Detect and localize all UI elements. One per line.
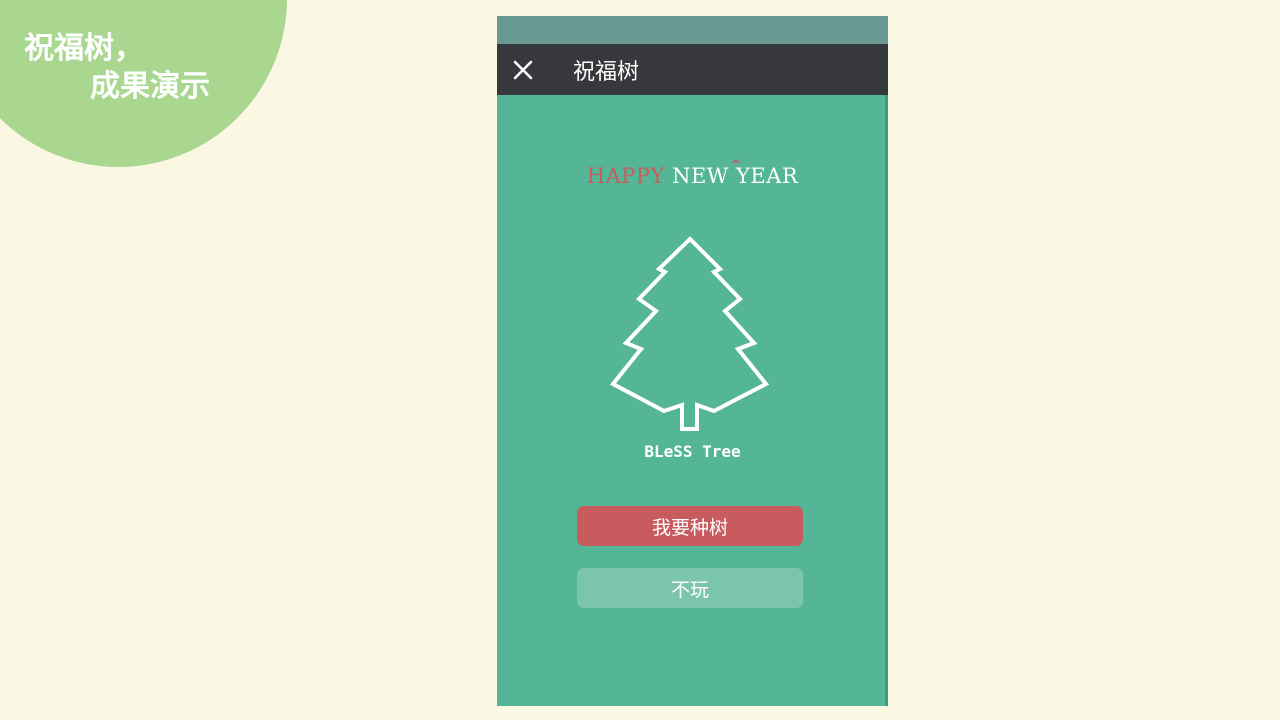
tree-label: BLeSS Tree (644, 442, 741, 461)
happy-new-year-headline: HAPPY NEW YEAR (497, 159, 888, 188)
headline-word-2: NEW (664, 164, 737, 188)
nav-title: 祝福树 (573, 59, 640, 85)
slide-title: 祝福树， 成果演示 (24, 30, 210, 106)
slide-title-line1: 祝福树， (24, 31, 144, 66)
bow-decoration-icon (731, 159, 741, 164)
nav-bar: 祝福树 (497, 44, 888, 95)
headline-word-1: HAPPY (586, 164, 665, 188)
close-button[interactable] (497, 44, 549, 95)
plant-tree-button[interactable]: 我要种树 (577, 506, 803, 546)
headline-word-3: YEAR (736, 164, 799, 188)
close-icon (513, 60, 533, 79)
slide-title-line2: 成果演示 (90, 69, 210, 104)
status-bar (497, 16, 888, 44)
skip-button[interactable]: 不玩 (577, 568, 803, 608)
phone-screen: 祝福树 HAPPY NEW YEAR BLeSS Tree 我要种树 不玩 (497, 16, 888, 706)
phone-edge-divider (885, 95, 888, 706)
tree-outline-icon (609, 236, 770, 436)
